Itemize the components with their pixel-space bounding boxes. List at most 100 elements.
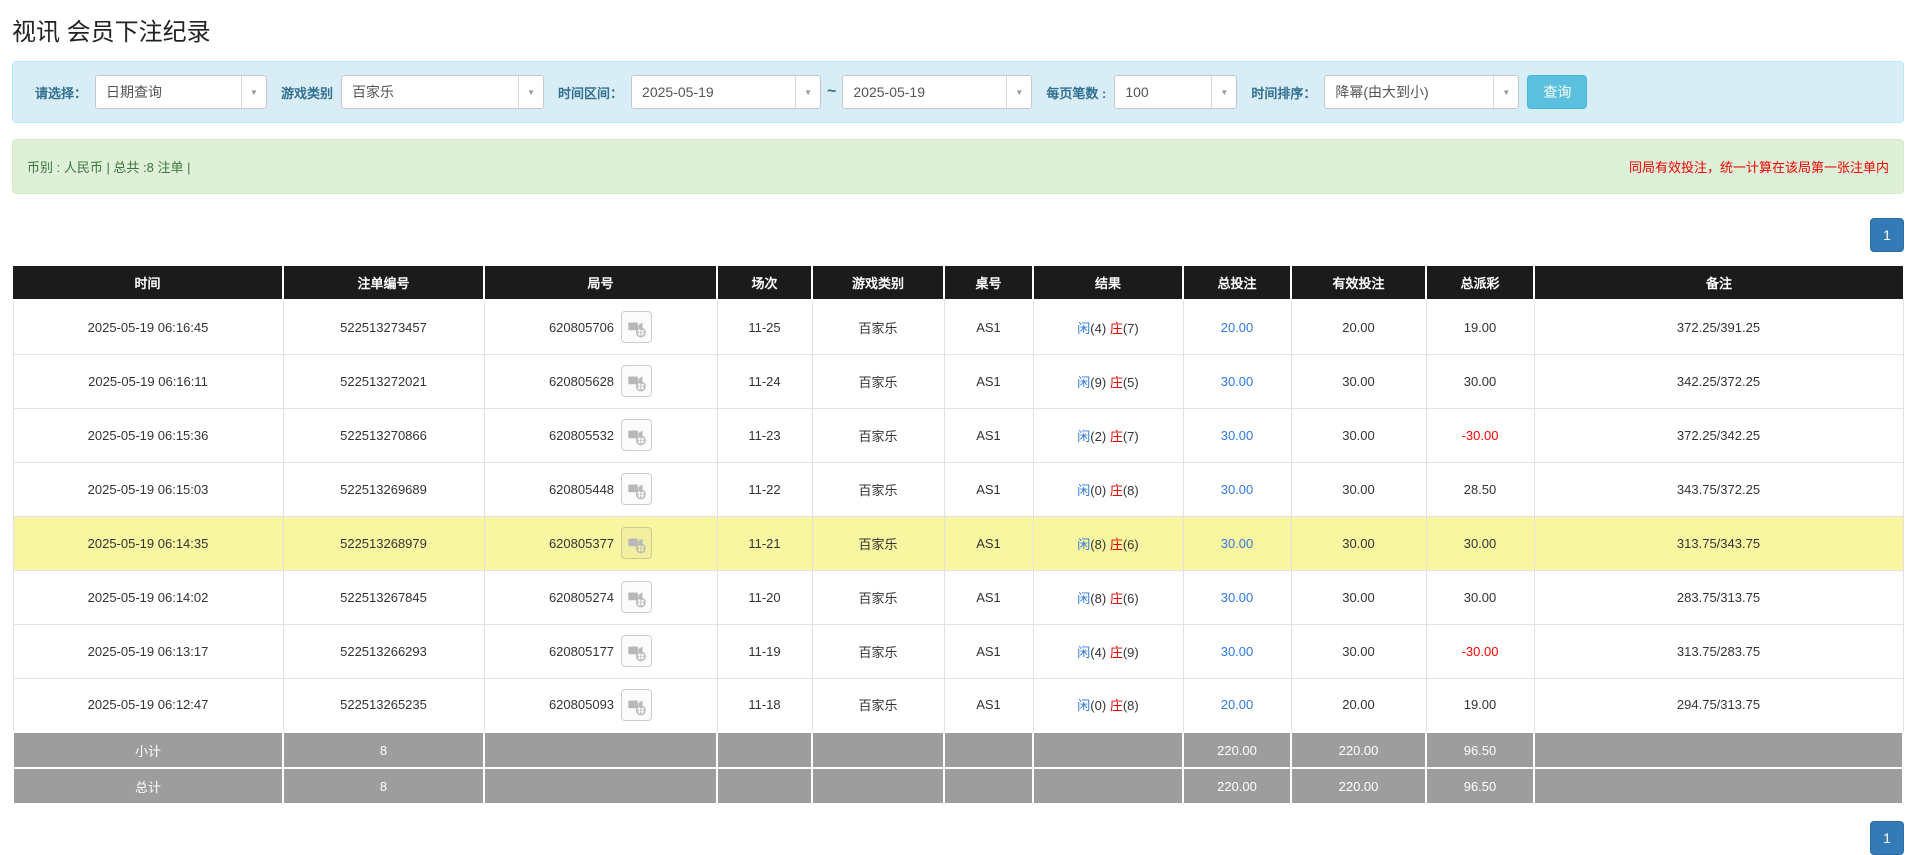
chevron-down-icon[interactable]: ▼ [795, 76, 820, 108]
game-type-cell: 百家乐 [811, 407, 945, 463]
pagination-bottom: 1 [12, 821, 1904, 855]
video-camera-icon [627, 484, 646, 500]
page-1-button[interactable]: 1 [1870, 218, 1904, 252]
table-row: 2025-05-19 06:15:03 522513269689 6208054… [12, 461, 1904, 517]
chevron-down-icon[interactable]: ▼ [1493, 76, 1518, 108]
date-from-value: 2025-05-19 [642, 84, 714, 100]
round-id: 620805377 [548, 535, 615, 551]
result-cell: 闲(8) 庄(6) [1032, 569, 1184, 625]
total-bet-link[interactable]: 30.00 [1221, 374, 1254, 389]
total-bet-cell: 30.00 [1182, 407, 1292, 463]
round-id: 620805706 [548, 319, 615, 335]
game-type-label: 游戏类别 [281, 85, 334, 101]
total-bet-link[interactable]: 30.00 [1221, 482, 1254, 497]
round-id: 620805274 [548, 589, 615, 605]
time-cell: 2025-05-19 06:15:03 [12, 461, 284, 517]
bet-id-cell: 522513267845 [282, 569, 485, 625]
time-cell: 2025-05-19 06:12:47 [12, 677, 284, 733]
table-header-row: 时间 注单编号 局号 场次 游戏类别 桌号 结果 总投注 有效投注 总派彩 备注 [13, 266, 1903, 301]
video-replay-button[interactable] [621, 635, 653, 667]
summary-row: 小计 8 220.00 220.00 96.50 [12, 731, 1904, 769]
banker-result: 庄(8) [1109, 482, 1139, 498]
chevron-down-icon[interactable]: ▼ [518, 76, 543, 108]
page-size-select[interactable]: 100 ▼ [1114, 75, 1238, 109]
query-type-select[interactable]: 日期查询 ▼ [95, 75, 268, 109]
footer-empty-cell [716, 767, 813, 805]
query-type-label: 请选择： [35, 85, 88, 101]
chevron-down-icon[interactable]: ▼ [1211, 76, 1236, 108]
session-cell: 11-22 [716, 461, 813, 517]
total-bet-link[interactable]: 20.00 [1221, 697, 1254, 712]
payout-cell: -30.00 [1425, 407, 1535, 463]
payout-cell: -30.00 [1425, 623, 1535, 679]
game-type-value: 百家乐 [352, 84, 395, 100]
footer-label-cell: 小计 [12, 731, 284, 769]
search-button[interactable]: 查询 [1527, 75, 1588, 109]
total-bet-link[interactable]: 30.00 [1221, 536, 1254, 551]
video-replay-button[interactable] [621, 527, 653, 559]
table-row: 2025-05-19 06:15:36 522513270866 6208055… [12, 407, 1904, 463]
footer-empty-cell [811, 767, 945, 805]
session-cell: 11-21 [716, 515, 813, 571]
table-row: 2025-05-19 06:14:02 522513267845 6208052… [12, 569, 1904, 625]
player-result: 闲(9) [1077, 374, 1107, 390]
video-camera-icon [627, 322, 646, 338]
total-bet-link[interactable]: 20.00 [1221, 320, 1254, 335]
time-cell: 2025-05-19 06:16:11 [12, 353, 284, 409]
page-title: 视讯 会员下注纪录 [12, 19, 211, 46]
game-type-cell: 百家乐 [811, 299, 945, 355]
game-type-cell: 百家乐 [811, 461, 945, 517]
footer-total-bet-cell: 220.00 [1182, 767, 1292, 805]
footer-count-cell: 8 [282, 767, 485, 805]
page-size-value: 100 [1125, 84, 1149, 100]
time-sort-value: 降幂(由大到小) [1335, 84, 1429, 100]
game-type-cell: 百家乐 [811, 515, 945, 571]
game-type-select[interactable]: 百家乐 ▼ [341, 75, 545, 109]
round-cell: 620805377 [483, 515, 718, 571]
footer-empty-cell [943, 731, 1034, 769]
video-replay-button[interactable] [621, 581, 653, 613]
date-to-select[interactable]: 2025-05-19 ▼ [842, 75, 1033, 109]
footer-payout-cell: 96.50 [1425, 731, 1535, 769]
table-no-cell: AS1 [943, 407, 1034, 463]
footer-empty-cell [811, 731, 945, 769]
total-bet-link[interactable]: 30.00 [1221, 590, 1254, 605]
valid-bet-cell: 30.00 [1290, 353, 1427, 409]
page-size-label: 每页笔数 : [1046, 85, 1107, 101]
footer-payout-cell: 96.50 [1425, 767, 1535, 805]
time-cell: 2025-05-19 06:13:17 [12, 623, 284, 679]
video-replay-button[interactable] [621, 473, 653, 505]
table-foot: 小计 8 220.00 220.00 96.50 总计 8 220.00 220… [12, 731, 1904, 805]
game-type-cell: 百家乐 [811, 353, 945, 409]
footer-total-bet-cell: 220.00 [1182, 731, 1292, 769]
chevron-down-icon[interactable]: ▼ [241, 76, 266, 108]
bet-records-table: 时间 注单编号 局号 场次 游戏类别 桌号 结果 总投注 有效投注 总派彩 备注 2025-05-1… [12, 266, 1904, 805]
remark-cell: 343.75/372.25 [1533, 461, 1904, 517]
footer-empty-cell [1533, 731, 1904, 769]
filter-bar: 请选择： 日期查询 ▼ 游戏类别 百家乐 ▼ 时间区间： 2025-05-19 … [12, 61, 1904, 123]
video-replay-button[interactable] [621, 419, 653, 451]
date-to-value: 2025-05-19 [853, 84, 926, 100]
page-1-button[interactable]: 1 [1870, 821, 1904, 855]
valid-bet-cell: 30.00 [1290, 623, 1427, 679]
chevron-down-icon[interactable]: ▼ [1006, 76, 1031, 108]
date-from-select[interactable]: 2025-05-19 ▼ [631, 75, 822, 109]
video-replay-button[interactable] [621, 311, 653, 344]
table-row: 2025-05-19 06:14:35 522513268979 6208053… [12, 515, 1904, 571]
video-camera-icon [627, 538, 646, 554]
total-bet-link[interactable]: 30.00 [1221, 644, 1254, 659]
time-sort-select[interactable]: 降幂(由大到小) ▼ [1324, 75, 1520, 109]
payout-cell: 19.00 [1425, 299, 1535, 355]
table-no-cell: AS1 [943, 461, 1034, 517]
footer-valid-bet-cell: 220.00 [1290, 767, 1427, 805]
video-replay-button[interactable] [621, 365, 653, 397]
player-result: 闲(8) [1077, 536, 1107, 552]
total-bet-link[interactable]: 30.00 [1221, 428, 1254, 443]
footer-empty-cell [483, 731, 718, 769]
video-replay-button[interactable] [621, 688, 653, 721]
round-id: 620805093 [548, 697, 615, 713]
result-cell: 闲(0) 庄(8) [1032, 461, 1184, 517]
column-header: 结果 [1033, 266, 1184, 301]
banker-result: 庄(9) [1109, 644, 1139, 660]
valid-bet-cell: 30.00 [1290, 569, 1427, 625]
